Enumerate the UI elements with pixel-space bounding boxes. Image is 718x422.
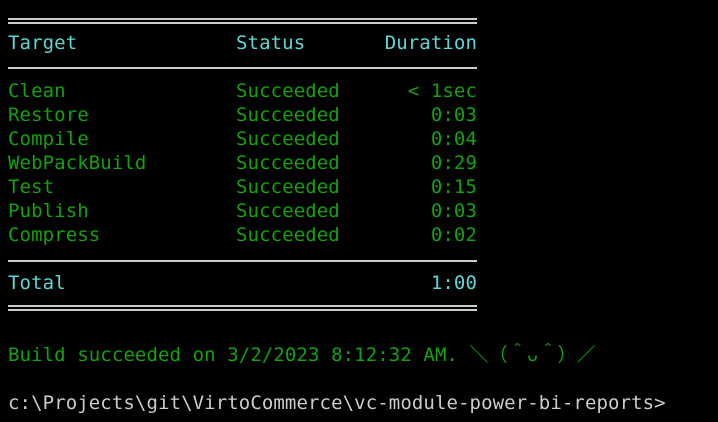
row-target: WebPackBuild [8, 152, 147, 174]
total-label: Total [8, 272, 66, 294]
row-duration: 0:03 [430, 104, 477, 126]
table-top-rule-1 [8, 18, 477, 20]
row-status: Succeeded [236, 176, 340, 198]
header-duration: Duration [384, 32, 477, 54]
header-status: Status [236, 32, 306, 54]
total-separator [8, 260, 477, 262]
row-status: Succeeded [236, 80, 340, 102]
header-target: Target [8, 32, 78, 54]
row-target: Clean [8, 80, 66, 102]
command-prompt[interactable]: c:\Projects\git\VirtoCommerce\vc-module-… [8, 391, 666, 415]
table-bottom-rule-2 [8, 309, 477, 311]
row-duration: 0:29 [430, 152, 477, 174]
row-target: Publish [8, 200, 89, 222]
table-bottom-rule-1 [8, 305, 477, 307]
row-status: Succeeded [236, 224, 340, 246]
header-separator [8, 67, 477, 69]
row-target: Test [8, 176, 55, 198]
row-duration: 0:04 [430, 128, 477, 150]
row-duration: 0:03 [430, 200, 477, 222]
row-duration: 0:02 [430, 224, 477, 246]
row-status: Succeeded [236, 128, 340, 150]
row-target: Compress [8, 224, 101, 246]
total-duration: 1:00 [430, 272, 477, 294]
row-duration: 0:15 [430, 176, 477, 198]
terminal-window[interactable]: Target Status Duration Clean Succeeded <… [0, 0, 718, 422]
row-duration: < 1sec [407, 80, 477, 102]
table-top-rule-2 [8, 22, 477, 24]
row-status: Succeeded [236, 200, 340, 222]
row-status: Succeeded [236, 152, 340, 174]
row-target: Restore [8, 104, 89, 126]
row-target: Compile [8, 128, 89, 150]
build-success-message: Build succeeded on 3/2/2023 8:12:32 AM. … [8, 344, 596, 366]
row-status: Succeeded [236, 104, 340, 126]
